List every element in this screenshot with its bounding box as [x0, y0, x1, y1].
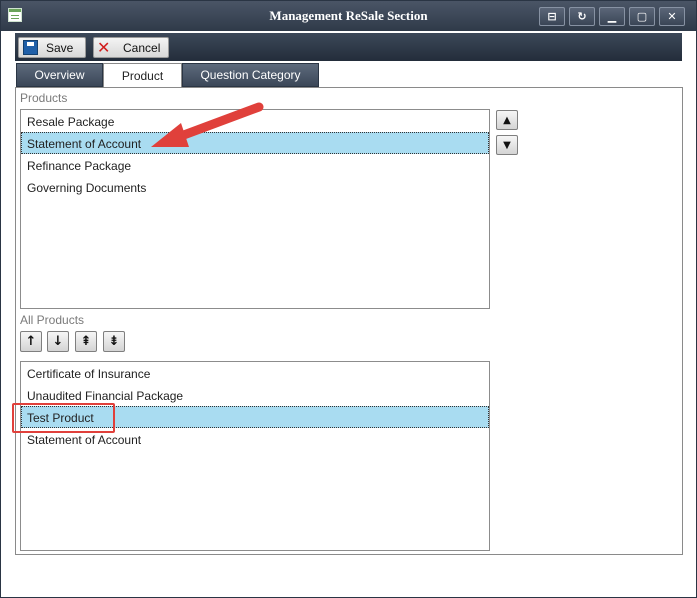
tab-product-label: Product — [121, 69, 164, 83]
tab-overview-label: Overview — [34, 68, 85, 82]
minimize-button[interactable]: ▁ — [599, 7, 625, 26]
maximize-button[interactable]: ▢ — [629, 7, 655, 26]
close-button[interactable]: ✕ — [659, 7, 685, 26]
refresh-icon: ↻ — [577, 10, 587, 23]
list-item[interactable]: Governing Documents — [21, 176, 489, 198]
move-up-button[interactable]: ▲ — [496, 110, 518, 130]
save-label: Save — [46, 40, 74, 55]
annotation-arrow — [151, 102, 264, 147]
toolbar: Save ✕ Cancel — [15, 33, 682, 61]
move-down-button[interactable]: ▼ — [496, 135, 518, 155]
management-resale-window: Management ReSale Section ⊟ ↻ ▁ ▢ ✕ Save… — [0, 0, 697, 598]
cancel-icon: ✕ — [97, 37, 111, 57]
minimize-icon: ▁ — [607, 10, 617, 23]
refresh-button[interactable]: ↻ — [569, 7, 595, 26]
maximize-icon: ▢ — [636, 10, 648, 23]
arrow-up-icon: ↑ — [25, 334, 37, 349]
title-bar[interactable]: Management ReSale Section ⊟ ↻ ▁ ▢ ✕ — [1, 1, 696, 31]
move-to-bottom-button[interactable]: ⇟ — [103, 331, 125, 352]
restore-button[interactable]: ⊟ — [539, 7, 565, 26]
list-item[interactable]: Certificate of Insurance — [21, 362, 489, 384]
double-arrow-down-icon: ⇟ — [108, 334, 120, 349]
save-icon — [23, 40, 38, 55]
move-to-top-button[interactable]: ⇞ — [75, 331, 97, 352]
tab-product[interactable]: Product — [103, 63, 182, 88]
close-icon: ✕ — [667, 10, 677, 23]
move-down-button[interactable]: ↓ — [47, 331, 69, 352]
products-label: Products — [20, 91, 68, 105]
double-arrow-up-icon: ⇞ — [80, 334, 92, 349]
tab-overview[interactable]: Overview — [16, 63, 103, 87]
save-button[interactable]: Save — [18, 37, 86, 58]
cancel-button[interactable]: ✕ Cancel — [93, 37, 169, 58]
triangle-down-icon: ▼ — [503, 139, 511, 151]
all-products-label: All Products — [20, 313, 85, 327]
move-up-button[interactable]: ↑ — [20, 331, 42, 352]
tab-question-category[interactable]: Question Category — [182, 63, 319, 87]
annotation-highlight-box — [12, 403, 115, 433]
all-products-listbox[interactable]: Certificate of Insurance Unaudited Finan… — [20, 361, 490, 551]
list-item[interactable]: Refinance Package — [21, 154, 489, 176]
restore-icon: ⊟ — [547, 10, 557, 23]
triangle-up-icon: ▲ — [503, 114, 511, 126]
tab-question-category-label: Question Category — [200, 68, 301, 82]
cancel-label: Cancel — [123, 40, 161, 55]
arrow-down-icon: ↓ — [52, 334, 64, 349]
